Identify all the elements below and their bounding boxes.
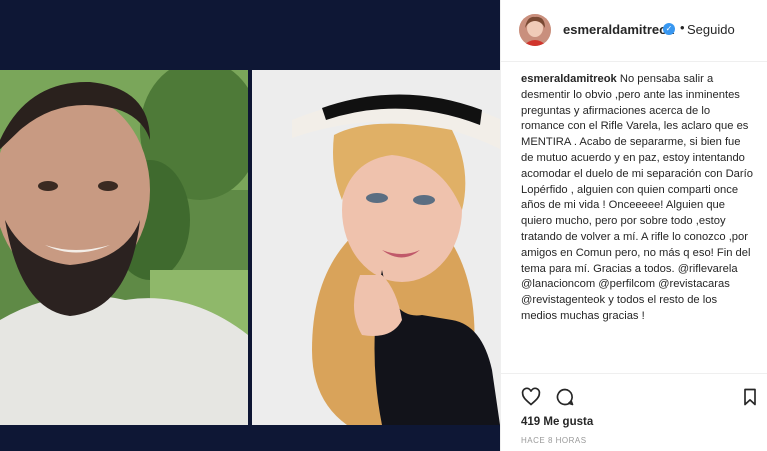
photo-top-band	[0, 0, 500, 70]
post-side-panel: esmeraldamitreok ✓ • Seguido esmeraldami…	[500, 0, 767, 451]
separator-dot: •	[680, 20, 685, 35]
username-link[interactable]: esmeraldamitreok	[563, 22, 674, 37]
post-timestamp[interactable]: HACE 8 HORAS	[521, 436, 587, 445]
post-header: esmeraldamitreok ✓ • Seguido	[501, 0, 767, 62]
avatar[interactable]	[519, 14, 551, 46]
bookmark-icon[interactable]	[740, 387, 760, 407]
caption-username-link[interactable]: esmeraldamitreok	[521, 73, 617, 85]
caption-text: No pensaba salir a desmentir lo obvio ,p…	[521, 73, 753, 322]
divider	[501, 373, 767, 374]
photo-bottom-band	[0, 425, 500, 451]
instagram-post: esmeraldamitreok ✓ • Seguido esmeraldami…	[0, 0, 767, 451]
post-caption: esmeraldamitreok No pensaba salir a desm…	[521, 72, 753, 325]
follow-status-button[interactable]: Seguido	[687, 22, 735, 37]
verified-badge-icon: ✓	[663, 23, 675, 35]
comment-icon[interactable]	[555, 387, 575, 407]
heart-icon[interactable]	[521, 387, 541, 407]
photo-man	[0, 70, 248, 425]
photo-woman	[252, 70, 500, 425]
post-photo[interactable]	[0, 0, 500, 451]
likes-count[interactable]: 419 Me gusta	[521, 416, 593, 428]
